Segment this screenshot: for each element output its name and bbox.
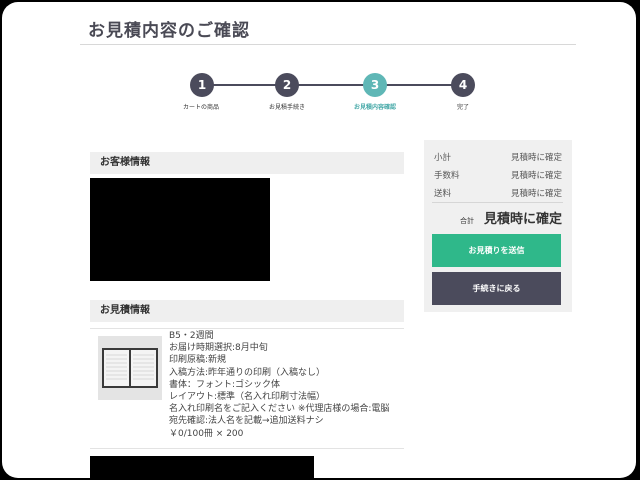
customer-info-redacted <box>90 178 270 281</box>
step-4-circle: 4 <box>451 73 475 97</box>
subtotal-row: 小計 見積時に確定 <box>434 151 562 163</box>
shipping-value: 見積時に確定 <box>510 189 562 199</box>
send-estimate-button[interactable]: お見積りを送信 <box>432 234 561 267</box>
product-option: 印刷原稿:新規 <box>169 355 227 366</box>
step-2-label: お見積手続き <box>268 104 306 111</box>
product-thumbnail <box>98 336 162 400</box>
product-option: 宛先確認:法人名を記載→追加送料ナシ <box>169 416 324 427</box>
product-option: レイアウト:標準（名入れ印刷寸法幅） <box>169 392 326 403</box>
fee-row: 手数料 見積時に確定 <box>434 169 562 181</box>
step-2-circle: 2 <box>275 73 299 97</box>
shipping-label: 送料 <box>434 189 452 199</box>
product-option: お届け時期選択:8月中旬 <box>169 343 268 354</box>
step-1-circle: 1 <box>190 73 214 97</box>
product-name: B5・2週間 <box>169 331 214 341</box>
step-3-label: お見積内容確認 <box>353 104 397 111</box>
divider <box>90 328 404 329</box>
stepper-track <box>202 84 462 86</box>
subtotal-value: 見積時に確定 <box>510 153 562 163</box>
product-option: 名入れ印刷名をご記入ください ※代理店様の場合:電脳 <box>169 404 390 415</box>
product-option: 書体：フォント:ゴシック体 <box>169 379 281 390</box>
customer-info-heading: お客様情報 <box>90 152 404 174</box>
redacted-block <box>90 456 314 478</box>
total-label: 合計 <box>459 217 474 225</box>
page-title: お見積内容のご確認 <box>88 21 250 41</box>
back-to-procedure-button[interactable]: 手続きに戻る <box>432 272 561 305</box>
title-divider <box>80 44 576 45</box>
step-1-label: カートの商品 <box>182 104 220 111</box>
page-frame: お見積内容のご確認 1 2 3 4 カートの商品 お見積手続き お見積内容確認 … <box>2 2 636 478</box>
step-4-label: 完了 <box>456 104 470 111</box>
shipping-row: 送料 見積時に確定 <box>434 187 562 199</box>
total-row: 合計 見積時に確定 <box>434 208 562 227</box>
product-option: 入稿方法:昨年通りの印刷（入稿なし） <box>169 367 326 378</box>
planner-notebook-icon <box>102 348 158 388</box>
summary-divider <box>432 202 563 203</box>
product-price-quantity: ￥0/100冊 × 200 <box>169 428 244 439</box>
subtotal-label: 小計 <box>434 153 452 163</box>
total-value: 見積時に確定 <box>483 212 562 227</box>
fee-label: 手数料 <box>434 171 460 181</box>
fee-value: 見積時に確定 <box>510 171 562 181</box>
product-details: B5・2週間 お届け時期選択:8月中旬 印刷原稿:新規 入稿方法:昨年通りの印刷… <box>169 330 409 440</box>
step-3-circle: 3 <box>363 73 387 97</box>
order-summary: 小計 見積時に確定 手数料 見積時に確定 送料 見積時に確定 合計 見積時に確定… <box>424 140 572 312</box>
divider <box>90 448 404 449</box>
estimate-info-heading: お見積情報 <box>90 300 404 322</box>
